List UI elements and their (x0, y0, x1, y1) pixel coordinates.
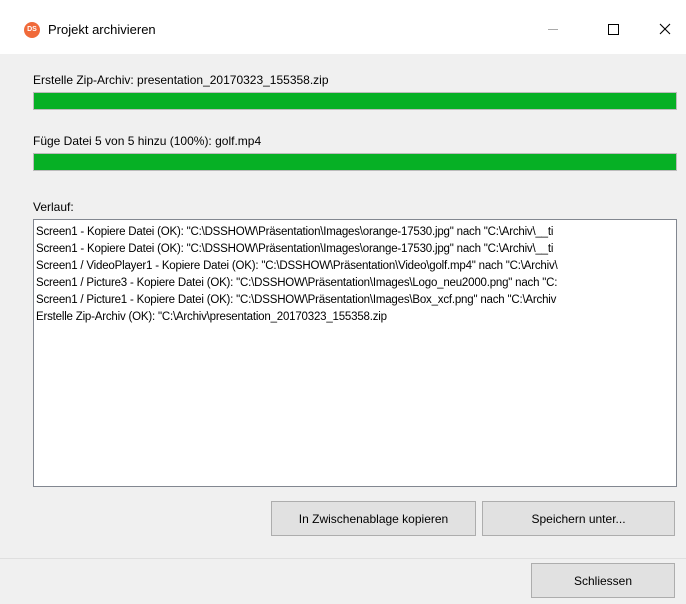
history-label: Verlauf: (33, 200, 74, 214)
log-line: Screen1 / Picture3 - Kopiere Datei (OK):… (36, 277, 558, 289)
log-line: Screen1 / VideoPlayer1 - Kopiere Datei (… (36, 260, 558, 272)
copy-to-clipboard-button[interactable]: In Zwischenablage kopieren (271, 501, 476, 536)
log-line: Erstelle Zip-Archiv (OK): "C:\Archiv\pre… (36, 311, 387, 323)
title-bar: DS Projekt archivieren (0, 0, 686, 54)
save-as-button[interactable]: Speichern unter... (482, 501, 675, 536)
maximize-icon (607, 23, 619, 35)
maximize-button[interactable] (590, 14, 636, 44)
window-title: Projekt archivieren (48, 22, 156, 37)
log-line: Screen1 - Kopiere Datei (OK): "C:\DSSHOW… (36, 243, 554, 255)
history-log[interactable]: Screen1 - Kopiere Datei (OK): "C:\DSSHOW… (33, 219, 677, 487)
close-icon (659, 23, 671, 35)
file-progress-fill (34, 154, 676, 170)
archive-progress-label: Erstelle Zip-Archiv: presentation_201703… (33, 73, 329, 87)
archive-progress-fill (34, 93, 676, 109)
app-icon: DS (24, 22, 40, 38)
file-progress-label: Füge Datei 5 von 5 hinzu (100%): golf.mp… (33, 134, 262, 148)
minimize-button[interactable] (530, 14, 576, 44)
close-window-button[interactable] (642, 14, 686, 44)
archive-progress-bar (33, 92, 677, 110)
log-line: Screen1 / Picture1 - Kopiere Datei (OK):… (36, 294, 557, 306)
minimize-icon (548, 28, 558, 30)
file-progress-bar (33, 153, 677, 171)
log-line: Screen1 - Kopiere Datei (OK): "C:\DSSHOW… (36, 226, 554, 238)
close-button[interactable]: Schliessen (531, 563, 675, 598)
